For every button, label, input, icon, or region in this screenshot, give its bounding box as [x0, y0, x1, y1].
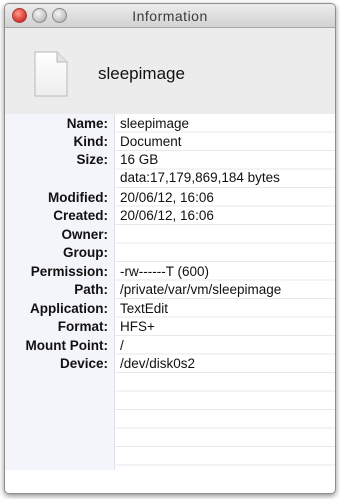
- property-label: Owner:: [61, 227, 108, 242]
- property-label: Name:: [66, 116, 108, 131]
- property-label: Application:: [30, 301, 108, 316]
- property-value-bytes: data:17,179,869,184 bytes: [120, 170, 280, 185]
- property-value: TextEdit: [120, 301, 169, 316]
- property-label: Format:: [57, 319, 108, 334]
- property-value: /dev/disk0s2: [120, 356, 196, 371]
- properties-table: Name: sleepimage Kind: Document Size: 16…: [5, 114, 335, 470]
- document-icon: [34, 51, 68, 97]
- file-name: sleepimage: [98, 64, 185, 83]
- title-bar[interactable]: Information: [5, 4, 335, 28]
- property-label: Modified:: [48, 190, 108, 205]
- property-value: 16 GB: [120, 152, 159, 167]
- info-window: Information sleepimage Name: sleepimage …: [4, 3, 336, 494]
- property-label: Device:: [59, 356, 108, 371]
- file-header: sleepimage: [5, 28, 335, 114]
- property-label: Permission:: [30, 264, 108, 279]
- property-value: Document: [120, 134, 182, 149]
- property-value: /: [120, 338, 124, 353]
- property-label: Created:: [53, 208, 108, 223]
- property-label: Path:: [74, 282, 108, 297]
- property-label: Group:: [63, 245, 108, 260]
- window-footer: [5, 470, 335, 493]
- property-value: 20/06/12, 16:06: [120, 190, 214, 205]
- property-value: -rw------T (600): [120, 264, 209, 279]
- property-value: HFS+: [120, 319, 155, 334]
- window-title: Information: [132, 8, 208, 24]
- property-value: sleepimage: [120, 116, 190, 131]
- property-label: Kind:: [73, 134, 109, 149]
- property-value: /private/var/vm/sleepimage: [120, 282, 282, 297]
- property-label: Mount Point:: [25, 338, 108, 353]
- property-label: Size:: [76, 152, 108, 167]
- property-value: 20/06/12, 16:06: [120, 208, 214, 223]
